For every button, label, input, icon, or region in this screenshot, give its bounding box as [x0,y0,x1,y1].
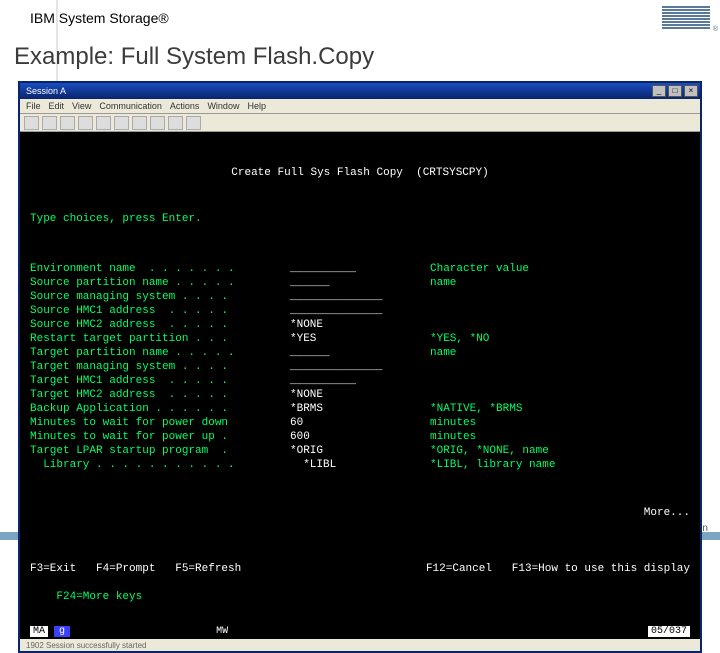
fkeys-bottom: F24=More keys [56,591,142,603]
field-value[interactable]: ______ [290,276,430,290]
minimize-button[interactable]: _ [652,85,666,97]
status-bar: MA g MW 05/037 [20,624,700,639]
field-row: Target HMC2 address . . . . .*NONE [30,388,690,402]
window-title: Session A [22,86,66,96]
maximize-button[interactable]: □ [668,85,682,97]
field-row: Source HMC2 address . . . . .*NONE [30,318,690,332]
field-row: Source managing system . . . .__________… [30,290,690,304]
field-value[interactable]: *NONE [290,388,430,402]
toolbar-button[interactable] [150,116,165,130]
field-label: Source HMC2 address . . . . . [30,318,290,332]
field-label: Restart target partition . . . [30,332,290,346]
slide-title: Example: Full System Flash.Copy [0,35,720,81]
terminal-screen[interactable]: Create Full Sys Flash Copy (CRTSYSCPY) T… [20,132,700,624]
field-label: Target managing system . . . . [30,360,290,374]
toolbar-button[interactable] [186,116,201,130]
field-row: Source HMC1 address . . . . .___________… [30,304,690,318]
field-value[interactable]: *BRMS [290,402,430,416]
field-hint: *ORIG, *NONE, name [430,444,549,458]
toolbar-button[interactable] [132,116,147,130]
close-button[interactable]: × [684,85,698,97]
field-hint: minutes [430,430,476,444]
field-label: Target HMC1 address . . . . . [30,374,290,388]
field-value[interactable]: *NONE [290,318,430,332]
menu-window[interactable]: Window [207,101,239,111]
field-row: Minutes to wait for power down60minutes [30,416,690,430]
field-label: Source HMC1 address . . . . . [30,304,290,318]
toolbar-button[interactable] [42,116,57,130]
field-label: Target HMC2 address . . . . . [30,388,290,402]
screen-title: Create Full Sys Flash Copy (CRTSYSCPY) [30,166,690,180]
field-value[interactable]: ______________ [290,360,430,374]
field-list: Environment name . . . . . . .__________… [30,262,690,472]
field-label: Target LPAR startup program . [30,444,290,458]
fkeys-right: F12=Cancel F13=How to use this display [426,562,690,576]
toolbar-button[interactable] [96,116,111,130]
field-label: Source partition name . . . . . [30,276,290,290]
ibm-logo [662,6,710,29]
field-value[interactable]: *LIBL [290,458,430,472]
field-row: Target partition name . . . . .______nam… [30,346,690,360]
fkeys-left: F3=Exit F4=Prompt F5=Refresh [30,562,241,576]
field-value[interactable]: 600 [290,430,430,444]
field-hint: Character value [430,262,529,276]
status-mw: MW [216,626,228,637]
field-row: Source partition name . . . . .______nam… [30,276,690,290]
toolbar [20,114,700,132]
brand-title: IBM System Storage® [30,10,169,26]
menu-file[interactable]: File [26,101,41,111]
field-row: Environment name . . . . . . .__________… [30,262,690,276]
field-label: Environment name . . . . . . . [30,262,290,276]
field-value[interactable]: ______________ [290,290,430,304]
status-g: g [54,626,70,637]
field-value[interactable]: ______ [290,346,430,360]
field-hint: name [430,346,456,360]
field-label: Minutes to wait for power up . [30,430,290,444]
field-value[interactable]: __________ [290,262,430,276]
field-value[interactable]: *YES [290,332,430,346]
toolbar-button[interactable] [60,116,75,130]
field-row: Restart target partition . . .*YES*YES, … [30,332,690,346]
field-value[interactable]: 60 [290,416,430,430]
field-row: Target LPAR startup program .*ORIG*ORIG,… [30,444,690,458]
toolbar-button[interactable] [24,116,39,130]
field-label: Backup Application . . . . . . [30,402,290,416]
field-label: Minutes to wait for power down [30,416,290,430]
terminal-window: Session A _ □ × File Edit View Communica… [18,81,702,653]
menu-actions[interactable]: Actions [170,101,200,111]
field-value[interactable]: __________ [290,374,430,388]
field-hint: minutes [430,416,476,430]
toolbar-button[interactable] [114,116,129,130]
menu-view[interactable]: View [72,101,91,111]
toolbar-button[interactable] [78,116,93,130]
field-row: Minutes to wait for power up .600minutes [30,430,690,444]
toolbar-button[interactable] [168,116,183,130]
menu-help[interactable]: Help [247,101,266,111]
menu-communication[interactable]: Communication [99,101,162,111]
screen-prompt: Type choices, press Enter. [30,212,690,226]
field-row: Target HMC1 address . . . . .__________ [30,374,690,388]
more-indicator: More... [30,506,690,520]
field-label: Target partition name . . . . . [30,346,290,360]
field-label: Source managing system . . . . [30,290,290,304]
status-ma: MA [30,626,48,637]
field-value[interactable]: ______________ [290,304,430,318]
field-label: Library . . . . . . . . . . . [30,458,290,472]
session-status: 1902 Session successfully started [20,639,700,651]
field-row: Backup Application . . . . . .*BRMS*NATI… [30,402,690,416]
cursor-position: 05/037 [648,626,690,637]
menubar: File Edit View Communication Actions Win… [20,99,700,114]
field-hint: name [430,276,456,290]
field-hint: *NATIVE, *BRMS [430,402,522,416]
field-hint: *LIBL, library name [430,458,555,472]
field-row: Target managing system . . . .__________… [30,360,690,374]
field-row: Library . . . . . . . . . . . *LIBL*LIBL… [30,458,690,472]
field-value[interactable]: *ORIG [290,444,430,458]
field-hint: *YES, *NO [430,332,489,346]
menu-edit[interactable]: Edit [49,101,65,111]
